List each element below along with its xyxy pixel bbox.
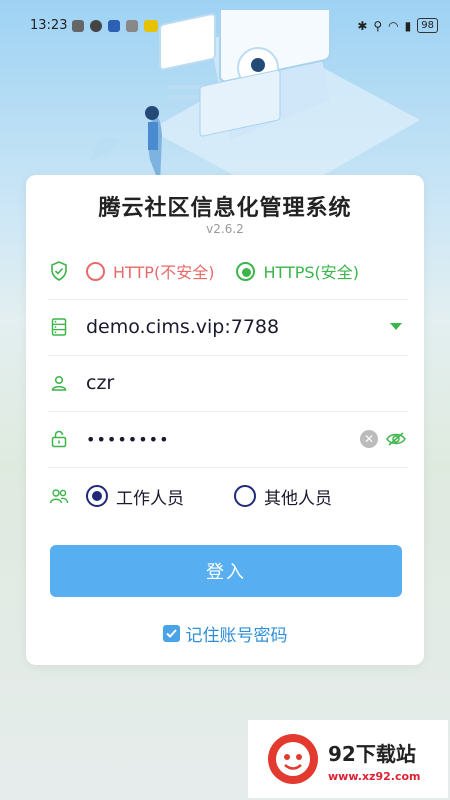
https-option[interactable]: .card .radio.on[data-name="https-radio"]… xyxy=(236,259,359,283)
remember-checkbox[interactable] xyxy=(162,625,180,642)
remember-label: 记住账号密码 xyxy=(185,626,288,646)
password-row[interactable]: •••••••• ✕ xyxy=(48,411,408,468)
watermark-logo-icon xyxy=(268,734,318,784)
server-row[interactable]: demo.cims.vip:7788 xyxy=(48,299,408,356)
staff-option[interactable]: .card .radio[data-name="staff-radio"]::a… xyxy=(86,484,184,509)
staff-radio[interactable]: .card .radio[data-name="staff-radio"]::a… xyxy=(86,485,108,507)
user-icon xyxy=(48,372,70,394)
server-select[interactable]: demo.cims.vip:7788 xyxy=(86,316,279,338)
protocol-row: HTTP(不安全) .card .radio.on[data-name="htt… xyxy=(48,243,408,300)
watermark-name: 92下载站 xyxy=(328,742,416,766)
clear-icon[interactable]: ✕ xyxy=(360,430,378,448)
http-radio[interactable] xyxy=(86,261,105,281)
login-card: 腾云社区信息化管理系统 v2.6.2 HTTP(不安全) .card .radi… xyxy=(26,175,424,665)
password-input[interactable]: •••••••• xyxy=(86,430,170,449)
remember-row[interactable]: 记住账号密码 xyxy=(26,621,424,646)
status-time: 13:23 xyxy=(30,18,68,33)
lock-icon xyxy=(48,428,70,450)
username-row[interactable]: czr xyxy=(48,355,408,412)
app-title: 腾云社区信息化管理系统 xyxy=(98,196,352,221)
user-type-row: .card .radio[data-name="staff-radio"]::a… xyxy=(48,467,408,525)
username-input[interactable]: czr xyxy=(86,372,114,394)
notification-icon xyxy=(72,20,84,32)
https-label: HTTPS(安全) xyxy=(263,263,360,282)
header-illustration xyxy=(90,10,420,190)
login-button[interactable]: 登入 xyxy=(50,545,402,597)
watermark: 92下载站 www.xz92.com xyxy=(248,720,448,798)
other-label: 其他人员 xyxy=(264,488,332,509)
group-icon xyxy=(48,485,70,507)
http-label: HTTP(不安全) xyxy=(113,263,215,282)
http-option[interactable]: HTTP(不安全) xyxy=(86,259,214,283)
dropdown-caret-icon[interactable] xyxy=(390,323,402,331)
watermark-url: www.xz92.com xyxy=(328,770,421,783)
shield-check-icon xyxy=(48,260,70,282)
staff-label: 工作人员 xyxy=(116,488,184,509)
other-radio[interactable] xyxy=(234,485,256,507)
other-option[interactable]: 其他人员 xyxy=(234,484,332,509)
app-version: v2.6.2 xyxy=(206,222,244,236)
server-icon xyxy=(48,316,70,338)
eye-off-icon[interactable] xyxy=(386,431,406,447)
https-radio[interactable]: .card .radio.on[data-name="https-radio"]… xyxy=(236,261,256,281)
